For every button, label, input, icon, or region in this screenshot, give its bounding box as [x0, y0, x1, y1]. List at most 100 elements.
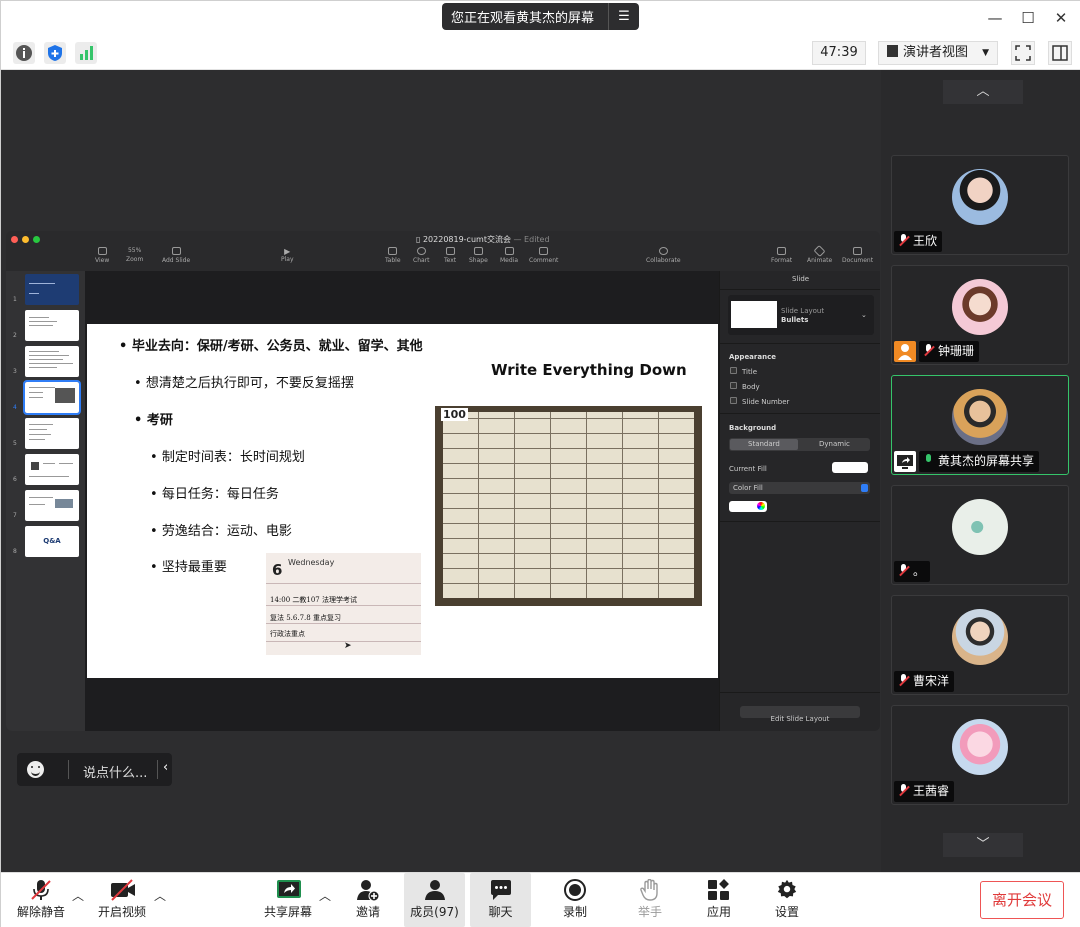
info-icon[interactable]	[13, 42, 35, 64]
minimize-icon[interactable]: —	[984, 7, 1006, 29]
format-tool[interactable]: Format	[771, 247, 792, 264]
collaborate-icon	[658, 247, 668, 255]
dynamic-segment[interactable]: Dynamic	[819, 440, 850, 448]
mic-muted-icon	[922, 344, 935, 357]
edit-slide-layout-button[interactable]: Edit Slide Layout	[740, 706, 860, 723]
maximize-icon[interactable]: ☐	[1017, 7, 1039, 29]
zoom-tool[interactable]: 55% Zoom	[126, 247, 143, 263]
slide-number-checkbox[interactable]	[730, 397, 737, 404]
emoji-icon[interactable]	[27, 761, 44, 778]
slide-thumbnail[interactable]: 3	[13, 346, 79, 377]
background-segmented-control: Standard Dynamic	[729, 438, 870, 451]
keynote-window: ▯ 20220819-cumt交流会 — Edited View 55% Zoom…	[6, 231, 880, 731]
mic-muted-icon	[897, 234, 910, 247]
scroll-down-button[interactable]: ﹀	[943, 833, 1023, 857]
media-tool[interactable]: Media	[500, 247, 518, 264]
mic-on-icon	[922, 454, 935, 467]
invite-button[interactable]: 邀请	[343, 873, 393, 927]
document-tool[interactable]: Document	[842, 247, 873, 264]
slide-inspector: Slide Slide Layout Bullets ⌄ Appearance …	[719, 271, 880, 731]
slide-bullet: • 毕业去向：保研/考研、公务员、就业、留学、其他	[119, 339, 423, 354]
view-mode-select[interactable]: 演讲者视图 ▼	[878, 41, 998, 65]
layout-preview	[731, 301, 777, 328]
text-tool[interactable]: Text	[444, 247, 456, 264]
add-slide-tool[interactable]: Add Slide	[162, 247, 190, 264]
animate-tool[interactable]: Animate	[807, 244, 832, 264]
meeting-timer: 47:39	[812, 41, 866, 65]
text-icon	[445, 247, 455, 255]
slide-thumbnail-selected[interactable]: 4	[13, 380, 81, 415]
settings-button[interactable]: 设置	[763, 873, 811, 927]
close-traffic-light[interactable]	[11, 236, 18, 243]
scroll-up-button[interactable]: ︿	[943, 80, 1023, 104]
chat-placeholder[interactable]: 说点什么...	[83, 762, 147, 781]
members-icon	[423, 879, 447, 901]
slide-thumbnail[interactable]: 2	[13, 310, 79, 341]
slide-bullet: • 考研	[134, 413, 173, 428]
participant-tile[interactable]: 。	[891, 485, 1069, 585]
participant-tile-active[interactable]: 黄其杰的屏幕共享	[891, 375, 1069, 475]
notebook-line: 14:00 二教107 法理学考试	[270, 596, 357, 604]
share-screen-icon	[276, 879, 301, 901]
members-button[interactable]: 成员(97)	[404, 873, 465, 927]
close-icon[interactable]: ✕	[1050, 7, 1072, 29]
unmute-button[interactable]: 解除静音	[13, 873, 69, 927]
record-button[interactable]: 录制	[551, 873, 599, 927]
comment-tool[interactable]: Comment	[529, 247, 558, 264]
participant-tile[interactable]: 曹宋洋	[891, 595, 1069, 695]
shape-tool[interactable]: Shape	[469, 247, 488, 264]
slide-thumbnail[interactable]: 7	[13, 490, 79, 521]
current-slide[interactable]: • 毕业去向：保研/考研、公务员、就业、留学、其他 • 想清楚之后执行即可，不要…	[87, 324, 718, 678]
zoom-traffic-light[interactable]	[33, 236, 40, 243]
fullscreen-icon[interactable]	[1011, 41, 1035, 65]
collaborate-tool[interactable]: Collaborate	[646, 247, 681, 264]
sidebar-toggle-icon[interactable]	[1048, 41, 1072, 65]
slide-thumbnail[interactable]: 8 Q&A	[13, 526, 79, 557]
table-tool[interactable]: Table	[385, 247, 401, 264]
slide-bullet: • 制定时间表：长时间规划	[150, 450, 305, 465]
view-tool[interactable]: View	[95, 247, 109, 264]
body-checkbox[interactable]	[730, 382, 737, 389]
fill-type-select[interactable]: Color Fill	[729, 482, 870, 494]
keynote-toolbar: View 55% Zoom Add Slide ▶ Play Table Chart…	[6, 244, 880, 271]
format-brush-icon	[777, 247, 787, 255]
slide-thumbnail[interactable]: 1	[13, 274, 79, 305]
menu-lines-icon[interactable]: ☰	[609, 9, 639, 24]
participant-tile[interactable]: 王茜睿	[891, 705, 1069, 805]
leave-meeting-button[interactable]: 离开会议	[980, 881, 1064, 919]
speaker-view-icon	[887, 45, 898, 57]
play-icon: ▶	[284, 247, 291, 256]
screen-share-icon	[894, 451, 916, 472]
title-checkbox[interactable]	[730, 367, 737, 374]
hand-icon	[638, 878, 662, 901]
start-video-button[interactable]: 开启视频	[94, 873, 150, 927]
play-tool[interactable]: ▶ Play	[281, 247, 294, 263]
raise-hand-button[interactable]: 举手	[626, 873, 674, 927]
title-bar: 您正在观看黄其杰的屏幕 ☰ — ☐ ✕	[1, 1, 1080, 35]
current-fill-swatch[interactable]	[832, 462, 868, 473]
slide-thumbnail[interactable]: 6	[13, 454, 79, 485]
chevron-up-icon[interactable]: ︿	[319, 887, 331, 904]
slide-layout-picker[interactable]: Slide Layout Bullets ⌄	[728, 295, 874, 335]
chevron-up-icon[interactable]: ︿	[72, 887, 84, 904]
participant-tile[interactable]: 王欣	[891, 155, 1069, 255]
signal-icon[interactable]	[75, 42, 97, 64]
keynote-file-title: ▯ 20220819-cumt交流会 — Edited	[416, 235, 550, 244]
video-off-icon	[110, 879, 135, 901]
minimize-traffic-light[interactable]	[22, 236, 29, 243]
share-screen-button[interactable]: 共享屏幕	[260, 873, 316, 927]
color-well[interactable]	[729, 501, 767, 512]
inspector-tab[interactable]: Slide	[792, 275, 809, 283]
slide-thumbnail[interactable]: 5	[13, 418, 79, 449]
person-icon	[894, 341, 916, 362]
chevron-left-icon[interactable]: ‹	[163, 760, 168, 775]
standard-segment[interactable]: Standard	[748, 440, 780, 448]
participant-label: 王欣	[894, 231, 943, 252]
chat-input-bar[interactable]: 说点什么... ‹	[17, 753, 172, 786]
chat-button[interactable]: 聊天	[470, 873, 531, 927]
chevron-up-icon[interactable]: ︿	[154, 887, 166, 904]
shield-icon[interactable]	[44, 42, 66, 64]
apps-button[interactable]: 应用	[695, 873, 743, 927]
participant-tile[interactable]: 钟珊珊	[891, 265, 1069, 365]
chart-tool[interactable]: Chart	[413, 247, 430, 264]
